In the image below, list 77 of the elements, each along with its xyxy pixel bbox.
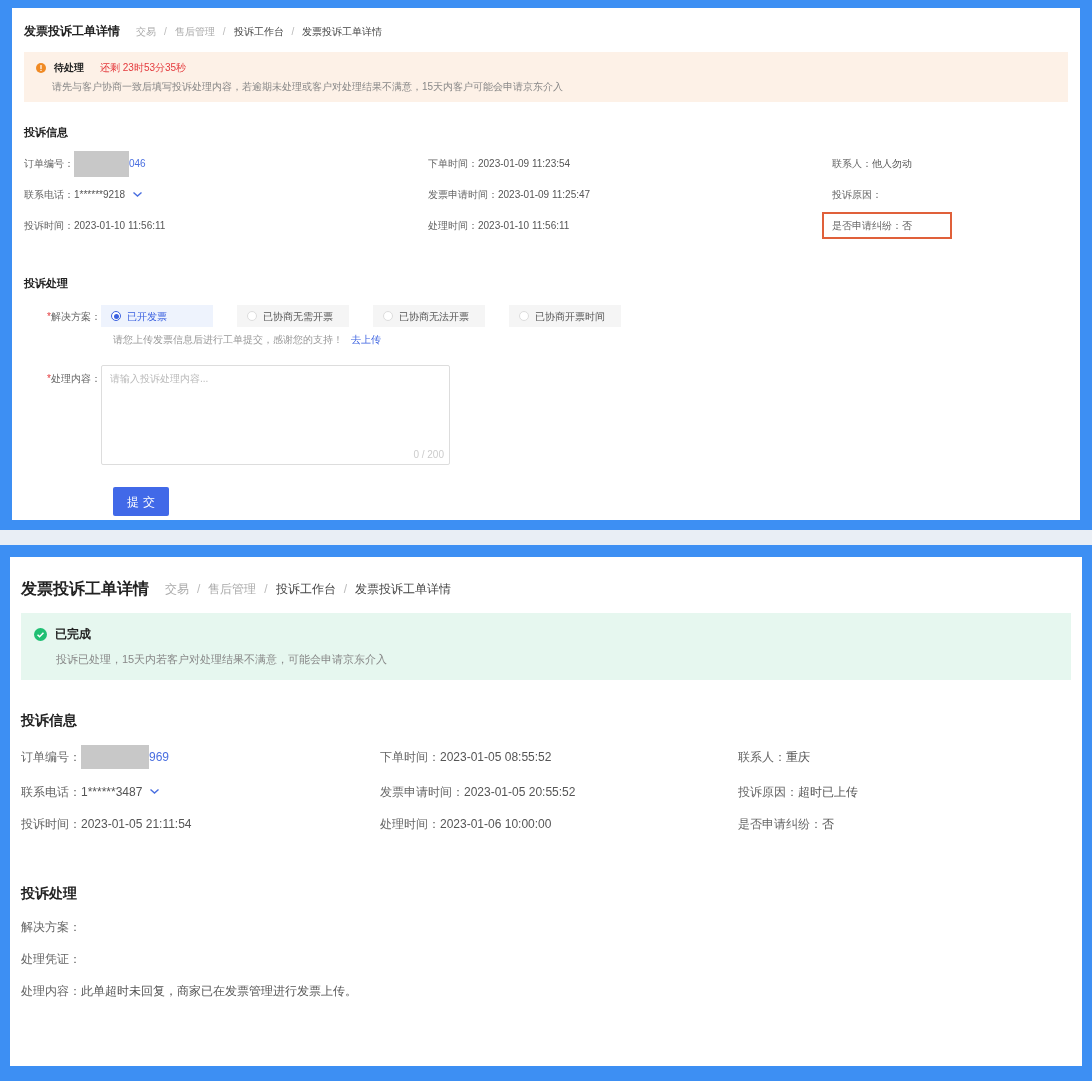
breadcrumb-separator: / (164, 24, 167, 39)
field-value: 否 (822, 815, 834, 833)
field-value: 2023-01-10 11:56:11 (478, 218, 570, 233)
radio-option[interactable]: 已开发票 (101, 305, 213, 327)
field-value[interactable]: 969 (149, 747, 170, 766)
breadcrumb-separator: / (264, 581, 268, 598)
field-label: 联系人： (832, 157, 872, 171)
field-value: 2023-01-05 08:55:52 (440, 748, 552, 766)
page-title: 发票投诉工单详情 (21, 579, 149, 599)
field-label: 联系电话： (21, 783, 81, 801)
breadcrumb-separator: / (291, 24, 295, 39)
status-label: 待处理 (54, 61, 84, 75)
field-value: 2023-01-05 20:55:52 (464, 783, 576, 801)
field-value: 1******9218 (74, 187, 126, 202)
chevron-down-icon[interactable] (133, 191, 143, 197)
field-value: 2023-01-09 11:23:54 (478, 157, 571, 171)
upload-link[interactable]: 去上传 (351, 332, 381, 347)
field-value: 2023-01-09 11:25:47 (498, 187, 591, 202)
field-label: 发票申请时间： (428, 187, 498, 202)
field-value: 他人勿动 (872, 157, 912, 171)
countdown-text: 还剩 23时53分35秒 (100, 61, 187, 75)
field-label: 投诉原因： (832, 187, 882, 202)
field-value[interactable]: 046 (129, 156, 146, 171)
field-label: 订单编号： (21, 748, 81, 766)
page-title: 发票投诉工单详情 (24, 23, 120, 40)
field-label: 处理时间： (380, 815, 440, 833)
field-value: 2023-01-05 21:11:54 (81, 815, 192, 833)
field-label: 联系人： (738, 748, 786, 766)
check-circle-icon (34, 627, 47, 641)
field-label: 处理凭证： (21, 950, 81, 968)
field-value: 此单超时未回复，商家已在发票管理进行发票上传。 (81, 982, 357, 1000)
field-label: 处理内容： (51, 372, 101, 386)
masked-block (74, 150, 129, 177)
breadcrumb-separator: / (197, 581, 201, 598)
radio-option[interactable]: 已协商无需开票 (237, 305, 349, 327)
chevron-down-icon[interactable] (150, 789, 160, 794)
status-label: 已完成 (55, 626, 91, 643)
field-label: 订单编号： (24, 157, 74, 171)
radio-option[interactable]: 已协商开票时间 (509, 305, 621, 327)
field-value: 1******3487 (81, 783, 143, 801)
breadcrumb-link[interactable]: 发票投诉工单详情 (355, 580, 452, 598)
section-heading: 投诉处理 (21, 883, 78, 903)
breadcrumb-link[interactable]: 投诉工作台 (233, 23, 284, 39)
field-value: 2023-01-10 11:56:11 (74, 218, 166, 233)
field-label: 是否申请纠纷： (832, 218, 902, 233)
field-label: 下单时间： (380, 748, 440, 766)
field-label: 投诉原因： (738, 783, 798, 801)
hint-text: 请您上传发票信息后进行工单提交，感谢您的支持！ (113, 333, 343, 347)
breadcrumb-link[interactable]: 投诉工作台 (275, 580, 336, 598)
breadcrumb-separator: / (343, 581, 348, 598)
field-value: 重庆 (786, 748, 810, 766)
alert-circle-icon (36, 62, 46, 73)
masked-block (81, 744, 149, 769)
field-value: 超时已上传 (798, 783, 858, 801)
submit-button[interactable]: 提 交 (113, 487, 169, 516)
required-mark: * (47, 372, 51, 386)
field-label: 投诉时间： (21, 815, 81, 833)
status-message: 请先与客户协商一致后填写投诉处理内容，若逾期未处理或客户对处理结果不满意，15天内客户可能会申请京东介入 (52, 80, 565, 94)
required-mark: * (47, 309, 51, 324)
field-label: 投诉时间： (24, 218, 74, 233)
field-label: 是否申请纠纷： (738, 815, 822, 833)
field-label: 发票申请时间： (380, 783, 464, 801)
radio-option[interactable]: 已协商无法开票 (373, 305, 485, 327)
section-heading: 投诉处理 (24, 275, 69, 291)
section-heading: 投诉信息 (21, 710, 78, 730)
field-label: 解决方案： (21, 918, 81, 936)
field-label: 解决方案： (51, 309, 101, 324)
field-label: 下单时间： (428, 157, 478, 171)
breadcrumb-separator: / (222, 24, 226, 39)
status-message: 投诉已处理，15天内若客户对处理结果不满意，可能会申请京东介入 (56, 652, 389, 667)
breadcrumb-link[interactable]: 发票投诉工单详情 (302, 23, 383, 39)
section-heading: 投诉信息 (24, 125, 69, 140)
field-value: 否 (902, 218, 912, 233)
field-value: 2023-01-06 10:00:00 (440, 815, 552, 833)
field-label: 联系电话： (24, 187, 74, 202)
field-label: 处理时间： (428, 218, 478, 233)
field-label: 处理内容： (21, 982, 81, 1000)
